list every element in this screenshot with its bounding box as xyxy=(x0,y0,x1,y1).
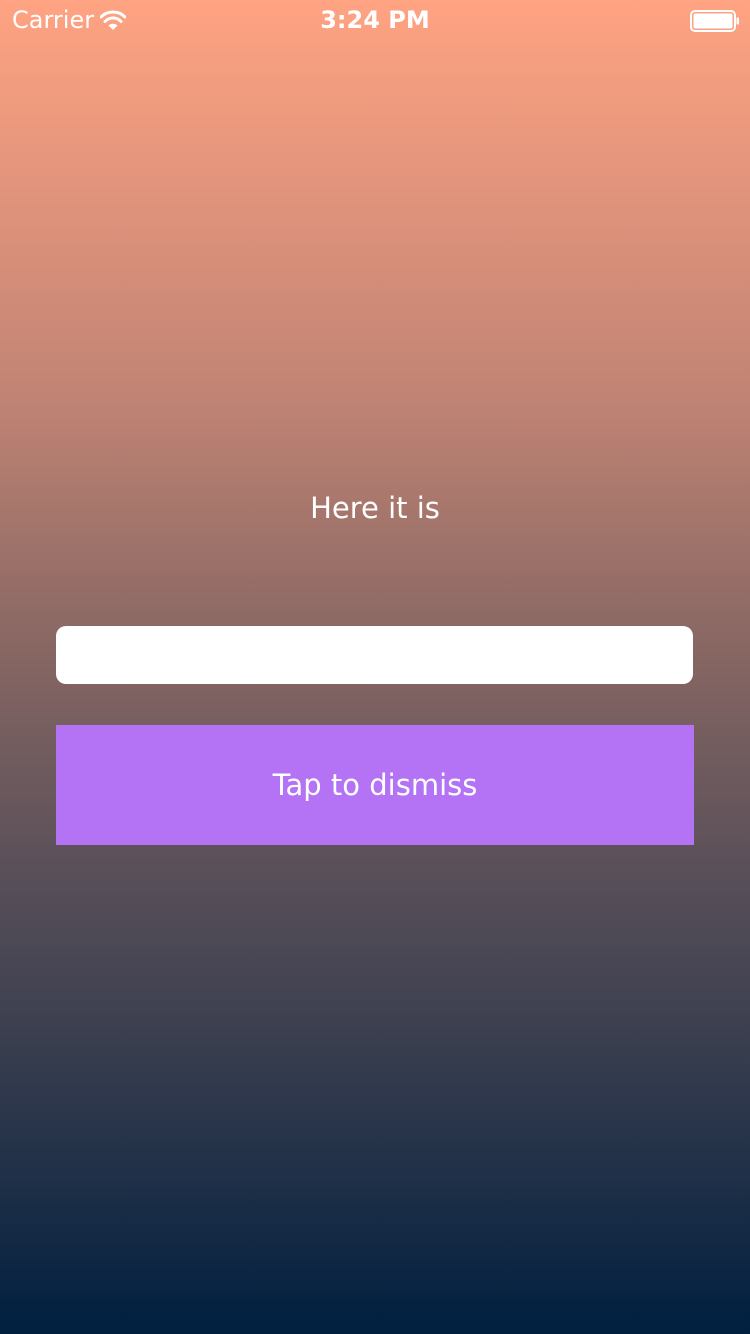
battery-icon xyxy=(690,10,740,32)
status-bar: Carrier 3:24 PM xyxy=(0,0,750,40)
status-time: 3:24 PM xyxy=(320,6,430,34)
content-label: Here it is xyxy=(310,491,440,525)
text-input[interactable] xyxy=(56,626,693,684)
dismiss-button[interactable]: Tap to dismiss xyxy=(56,725,694,845)
